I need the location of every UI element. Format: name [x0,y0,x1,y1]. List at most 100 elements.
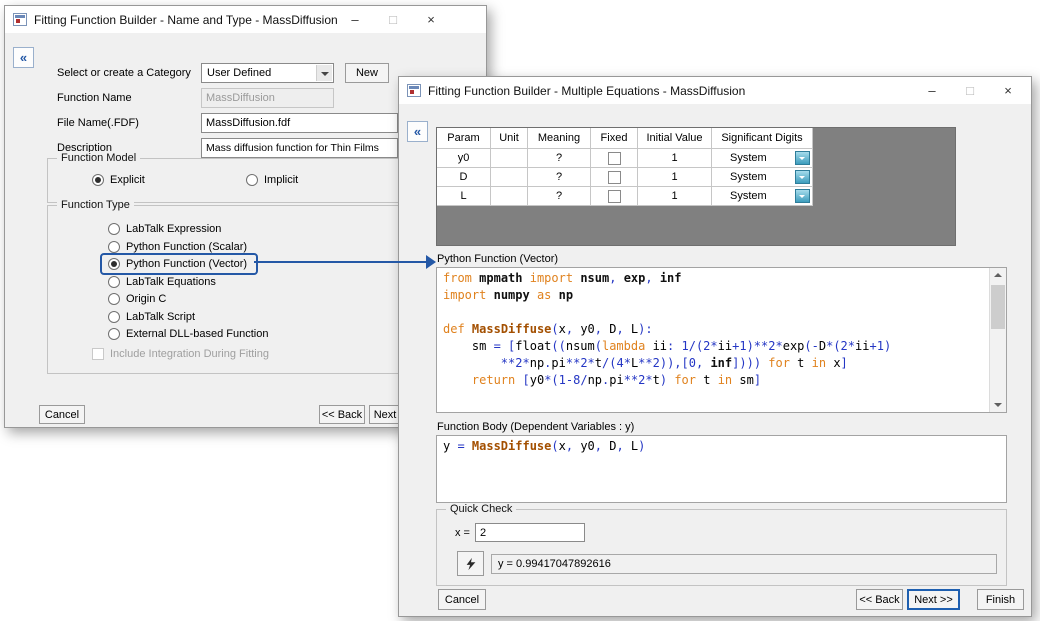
radio-label: Explicit [110,174,145,186]
dialog-title: Fitting Function Builder - Multiple Equa… [428,84,925,98]
close-icon[interactable]: × [424,6,438,33]
description-field[interactable] [201,138,398,158]
next-button[interactable]: Next >> [907,589,960,610]
header-initial-value: Initial Value [638,128,712,149]
scroll-down-icon[interactable] [990,396,1006,412]
radio-python-function-vector[interactable]: Python Function (Vector) [108,258,247,270]
cell-param[interactable]: D [437,168,491,187]
radio-explicit[interactable]: Explicit [92,174,145,186]
cell-significant-digits[interactable]: System [712,168,813,187]
scrollbar-thumb[interactable] [991,285,1005,329]
header-fixed: Fixed [591,128,638,149]
lightning-icon [464,557,478,571]
multiple-equations-dialog: Fitting Function Builder - Multiple Equa… [398,76,1032,617]
cell-significant-digits[interactable]: System [712,187,813,206]
cell-fixed [591,168,638,187]
quick-check-legend: Quick Check [446,503,516,515]
cell-unit[interactable] [491,149,528,168]
category-combobox[interactable]: User Defined [201,63,334,83]
cell-initial-value[interactable]: 1 [638,187,712,206]
cell-initial-value[interactable]: 1 [638,168,712,187]
radio-dot-icon [108,276,120,288]
digits-dropdown-icon[interactable] [795,151,810,165]
minimize-icon[interactable]: – [925,77,939,104]
radio-label: LabTalk Expression [126,223,221,235]
header-unit: Unit [491,128,528,149]
radio-labtalk-expression[interactable]: LabTalk Expression [108,223,221,235]
cell-meaning[interactable]: ? [528,149,591,168]
back-button[interactable]: << Back [319,405,365,424]
cell-fixed [591,149,638,168]
radio-origin-c[interactable]: Origin C [108,293,166,305]
cell-param[interactable]: L [437,187,491,206]
cell-meaning[interactable]: ? [528,187,591,206]
fixed-checkbox[interactable] [608,190,621,203]
titlebar[interactable]: Fitting Function Builder - Name and Type… [5,6,486,33]
evaluate-button[interactable] [457,551,484,576]
function-body-content[interactable]: y = MassDiffuse(x, y0, D, L) [437,436,1006,502]
titlebar[interactable]: Fitting Function Builder - Multiple Equa… [399,77,1031,104]
python-code-content[interactable]: from mpmath import nsum, exp, infimport … [437,268,989,412]
cell-meaning[interactable]: ? [528,168,591,187]
table-header-row: Param Unit Meaning Fixed Initial Value S… [437,128,813,149]
digits-value: System [730,190,767,202]
radio-external-dll-function[interactable]: External DLL-based Function [108,328,268,340]
checkbox-label: Include Integration During Fitting [110,348,269,360]
cancel-button[interactable]: Cancel [39,405,85,424]
function-body-editor[interactable]: y = MassDiffuse(x, y0, D, L) [436,435,1007,503]
new-category-button[interactable]: New [345,63,389,83]
function-name-label: Function Name [57,92,132,104]
cell-param[interactable]: y0 [437,149,491,168]
cancel-button[interactable]: Cancel [438,589,486,610]
function-model-group: Function Model Explicit Implicit [47,158,439,203]
radio-labtalk-equations[interactable]: LabTalk Equations [108,276,216,288]
radio-label: LabTalk Equations [126,276,216,288]
combobox-dropdown-icon[interactable] [316,65,332,81]
fixed-checkbox[interactable] [608,171,621,184]
cell-significant-digits[interactable]: System [712,149,813,168]
radio-labtalk-script[interactable]: LabTalk Script [108,311,195,323]
file-name-field[interactable] [201,113,398,133]
cell-unit[interactable] [491,187,528,206]
radio-python-function-scalar[interactable]: Python Function (Scalar) [108,241,247,253]
radio-implicit[interactable]: Implicit [246,174,298,186]
maximize-icon[interactable]: □ [386,6,400,33]
collapse-panel-button[interactable]: « [407,121,428,142]
annotation-arrow-head-icon [426,255,436,269]
table-row: y0 ? 1 System [437,149,813,168]
radio-dot-icon [108,293,120,305]
annotation-arrow-line [254,261,426,263]
radio-label: External DLL-based Function [126,328,268,340]
digits-dropdown-icon[interactable] [795,189,810,203]
radio-label: Implicit [264,174,298,186]
collapse-panel-button[interactable]: « [13,47,34,68]
vertical-scrollbar[interactable] [989,268,1006,412]
function-type-legend: Function Type [57,199,134,211]
minimize-icon[interactable]: – [348,6,362,33]
scroll-up-icon[interactable] [990,268,1006,284]
x-value-field[interactable] [475,523,585,542]
radio-label: Python Function (Vector) [126,258,247,270]
cell-initial-value[interactable]: 1 [638,149,712,168]
origin-dialog-icon [13,13,27,26]
quick-check-group: Quick Check x = y = 0.99417047892616 [436,509,1007,586]
python-section-label: Python Function (Vector) [437,253,558,265]
digits-dropdown-icon[interactable] [795,170,810,184]
parameter-table: Param Unit Meaning Fixed Initial Value S… [436,127,956,246]
window-controls: – □ × [348,6,438,33]
finish-button[interactable]: Finish [977,589,1024,610]
function-type-group: Function Type LabTalk Expression Python … [47,205,439,374]
cell-unit[interactable] [491,168,528,187]
radio-dot-icon [108,223,120,235]
radio-label: Python Function (Scalar) [126,241,247,253]
radio-dot-icon [246,174,258,186]
fixed-checkbox[interactable] [608,152,621,165]
function-name-field [201,88,334,108]
back-button[interactable]: << Back [856,589,903,610]
close-icon[interactable]: × [1001,77,1015,104]
python-code-editor[interactable]: from mpmath import nsum, exp, infimport … [436,267,1007,413]
parameter-grid: Param Unit Meaning Fixed Initial Value S… [437,128,813,206]
maximize-icon[interactable]: □ [963,77,977,104]
radio-dot-icon [108,328,120,340]
digits-value: System [730,171,767,183]
